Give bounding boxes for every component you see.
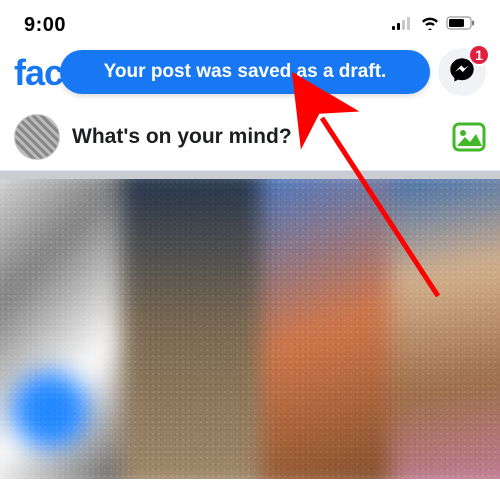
blur-grain-overlay bbox=[0, 179, 500, 479]
status-indicators bbox=[392, 16, 476, 35]
messenger-badge: 1 bbox=[468, 44, 490, 66]
wifi-icon bbox=[420, 16, 440, 35]
app-header: fac Your post was saved as a draft. 1 bbox=[0, 44, 500, 104]
status-bar: 9:00 bbox=[0, 0, 500, 44]
draft-saved-toast[interactable]: Your post was saved as a draft. bbox=[60, 50, 430, 94]
photo-button[interactable] bbox=[452, 122, 486, 152]
battery-icon bbox=[446, 16, 476, 35]
avatar[interactable] bbox=[14, 114, 60, 160]
stories-strip[interactable] bbox=[0, 179, 500, 479]
messenger-button[interactable]: 1 bbox=[438, 48, 486, 96]
composer-prompt[interactable]: What's on your mind? bbox=[72, 125, 440, 149]
section-divider bbox=[0, 171, 500, 179]
facebook-logo: fac bbox=[14, 52, 63, 94]
post-composer[interactable]: What's on your mind? bbox=[0, 104, 500, 171]
cellular-icon bbox=[392, 16, 414, 35]
status-time: 9:00 bbox=[24, 14, 66, 37]
photo-icon bbox=[452, 122, 486, 152]
